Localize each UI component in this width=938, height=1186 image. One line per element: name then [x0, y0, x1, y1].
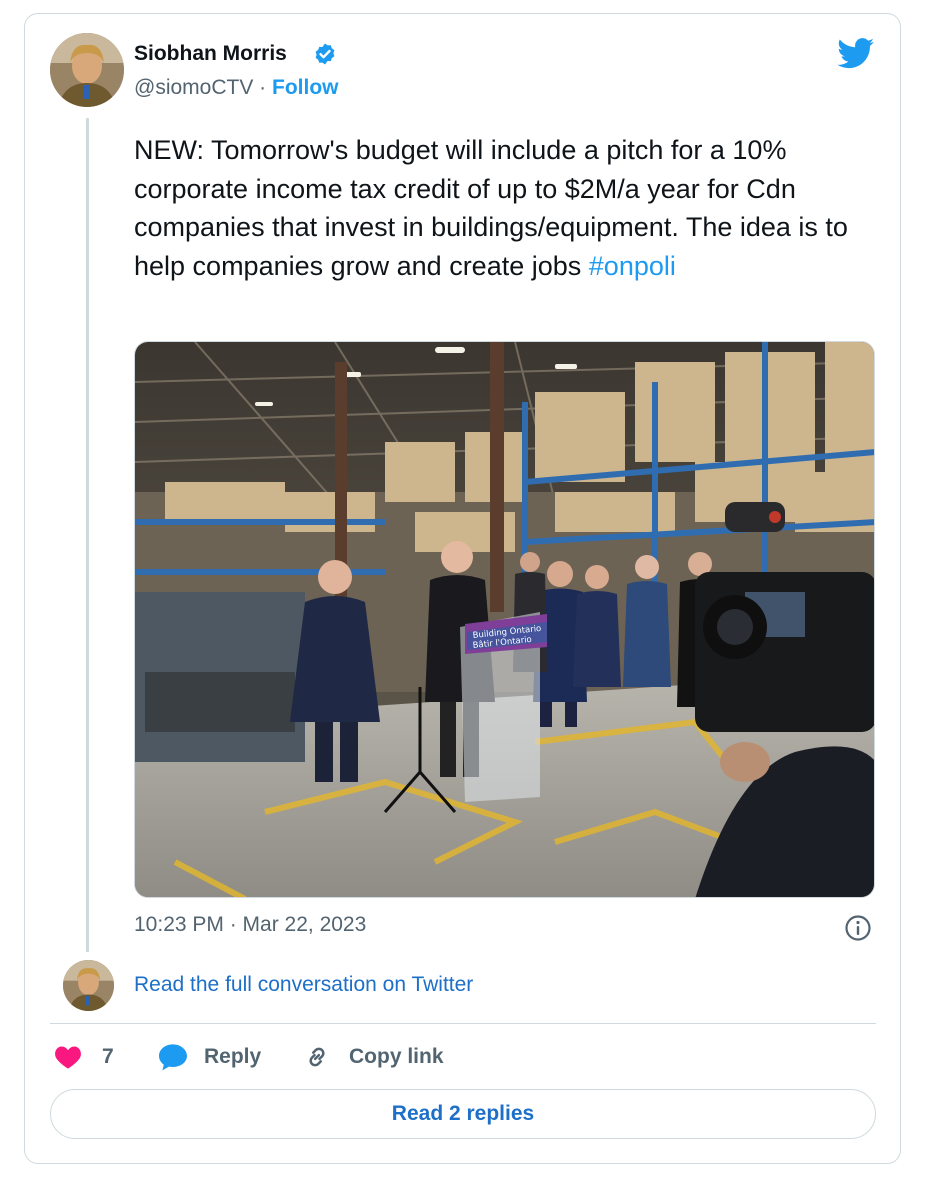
tweet-body: NEW: Tomorrow's budget will include a pi… — [134, 135, 848, 281]
divider — [50, 1023, 876, 1024]
handle-separator: · — [253, 76, 273, 99]
hashtag-link[interactable]: #onpoli — [589, 251, 676, 281]
copy-link-action[interactable]: Copy link — [302, 1040, 444, 1074]
copy-link-label: Copy link — [349, 1045, 444, 1068]
verified-badge-icon — [315, 43, 335, 65]
author-name[interactable]: Siobhan Morris — [134, 42, 287, 66]
author-handle[interactable]: @siomoCTV — [134, 76, 253, 99]
thread-line — [86, 118, 89, 952]
reply-action[interactable]: Reply — [157, 1040, 261, 1074]
tweet-text: NEW: Tomorrow's budget will include a pi… — [134, 131, 874, 285]
read-conversation-link[interactable]: Read the full conversation on Twitter — [134, 973, 473, 997]
info-icon[interactable] — [844, 914, 872, 942]
twitter-bird-icon[interactable] — [837, 38, 875, 69]
read-replies-button[interactable]: Read 2 replies — [50, 1089, 876, 1139]
link-icon — [309, 1047, 325, 1067]
warehouse-press-conference-image: Building Ontario Bâtir l'Ontario — [135, 342, 874, 897]
heart-icon — [55, 1046, 81, 1069]
author-avatar[interactable] — [50, 33, 124, 107]
like-count: 7 — [102, 1045, 114, 1068]
follow-button[interactable]: Follow — [272, 76, 339, 99]
handle-row: @siomoCTV · Follow — [134, 76, 339, 100]
tweet-photo[interactable]: Building Ontario Bâtir l'Ontario — [134, 341, 875, 898]
speech-bubble-icon — [159, 1044, 187, 1071]
read-replies-label: Read 2 replies — [391, 1102, 535, 1125]
like-action[interactable]: 7 — [54, 1040, 114, 1074]
tweet-timestamp[interactable]: 10:23 PM · Mar 22, 2023 — [134, 913, 366, 937]
reply-label: Reply — [204, 1045, 262, 1068]
conversation-avatar[interactable] — [63, 960, 114, 1011]
